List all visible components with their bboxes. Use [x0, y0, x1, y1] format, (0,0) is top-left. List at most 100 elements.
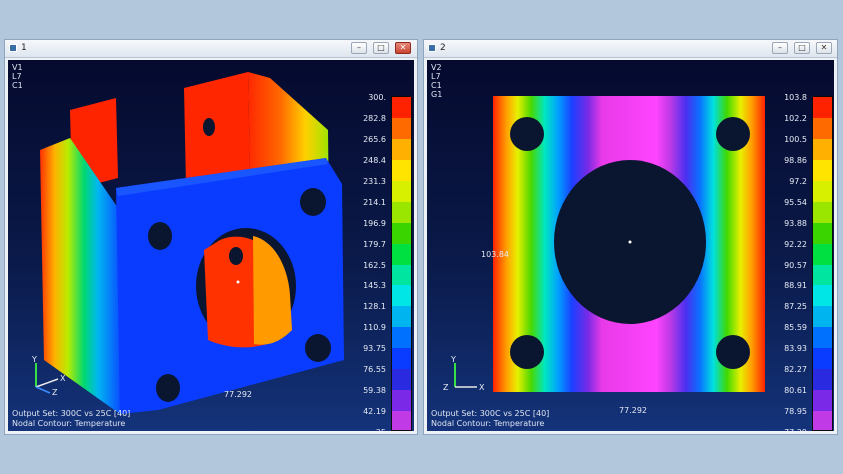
close-icon[interactable]: ✕: [395, 42, 411, 54]
scale-label: 93.88: [784, 218, 807, 228]
viewport-window-2[interactable]: 2 – □ ✕ V2 L7 C1 G1 Y X Z 103.84 77.292 …: [423, 39, 838, 435]
scale-label: 102.2: [784, 113, 807, 123]
window-icon: [9, 44, 17, 52]
minimize-icon[interactable]: –: [772, 42, 788, 54]
scale-label: 42.19: [363, 407, 386, 417]
axis-label-y: Y: [450, 355, 456, 364]
scale-band: [813, 327, 832, 349]
scale-label: 248.4: [363, 155, 386, 165]
view-info-line: L7: [431, 72, 441, 81]
scale-band: [813, 411, 832, 430]
scale-band: [392, 117, 411, 139]
scale-band: [392, 327, 411, 349]
scale-label: 145.3: [363, 281, 386, 291]
probe-value: 77.292: [619, 406, 647, 415]
scale-label: 25: [376, 428, 386, 431]
scale-label: 179.7: [363, 239, 386, 249]
scale-band: [392, 243, 411, 265]
color-scale-bar-2: [812, 96, 833, 431]
viewport-window-1[interactable]: 1 – □ ✕ V1 L7 C1 Y X Z 77.292 300. 282.8…: [4, 39, 418, 435]
scale-label: 90.57: [784, 260, 807, 270]
scale-label: 128.1: [363, 302, 386, 312]
scale-label: 82.27: [784, 365, 807, 375]
window-title-2: 2: [440, 43, 446, 53]
scale-label: 77.29: [784, 428, 807, 431]
scale-band: [813, 243, 832, 265]
scale-band: [813, 180, 832, 202]
probe-value: 77.292: [224, 390, 252, 399]
axis-triad-icon: Y X Z: [31, 355, 66, 395]
scale-band: [392, 285, 411, 307]
scale-band: [813, 222, 832, 244]
output-footer-1: Output Set: 300C vs 25C [40] Nodal Conto…: [12, 409, 130, 429]
contour-type-label: Nodal Contour: Temperature: [12, 419, 126, 428]
view-info-2: V2 L7 C1 G1: [431, 63, 442, 99]
scale-band: [392, 138, 411, 160]
scale-band: [392, 159, 411, 181]
scale-label: 162.5: [363, 260, 386, 270]
scale-label: 76.55: [363, 365, 386, 375]
output-footer-2: Output Set: 300C vs 25C [40] Nodal Conto…: [431, 409, 549, 429]
axis-triad-icon: Y X Z: [443, 355, 485, 392]
scale-label: 85.59: [784, 323, 807, 333]
titlebar-1[interactable]: 1 – □ ✕: [5, 40, 417, 58]
scale-label: 196.9: [363, 218, 386, 228]
scale-label: 93.75: [363, 344, 386, 354]
output-set-label: Output Set: 300C vs 25C [40]: [12, 409, 131, 418]
view-info-line: G1: [431, 90, 443, 99]
scale-band: [392, 97, 411, 118]
scale-label: 103.8: [784, 93, 807, 102]
view-info-line: C1: [431, 81, 442, 90]
scale-band: [813, 285, 832, 307]
graphics-viewport-1[interactable]: V1 L7 C1 Y X Z 77.292 300. 282.8 265.6 248.…: [8, 60, 414, 431]
color-scale-bar-1: [391, 96, 412, 431]
scale-label: 231.3: [363, 176, 386, 186]
view-info-line: C1: [12, 81, 23, 90]
scale-band: [392, 222, 411, 244]
view-info-line: L7: [12, 72, 22, 81]
scale-label: 88.91: [784, 281, 807, 291]
scale-band: [813, 306, 832, 328]
scale-label: 87.25: [784, 302, 807, 312]
probe-value-left: 103.84: [481, 250, 509, 259]
scale-band: [392, 264, 411, 286]
output-set-label: Output Set: 300C vs 25C [40]: [431, 409, 550, 418]
axis-label-x: X: [479, 383, 485, 392]
scale-label: 78.95: [784, 407, 807, 417]
window-title-1: 1: [21, 43, 27, 53]
bracket-model-3d: [40, 72, 344, 414]
scale-label: 83.93: [784, 344, 807, 354]
scale-label: 98.86: [784, 155, 807, 165]
close-icon[interactable]: ✕: [816, 42, 832, 54]
graphics-viewport-2[interactable]: V2 L7 C1 G1 Y X Z 103.84 77.292 103.8 102…: [427, 60, 834, 431]
scale-band: [392, 201, 411, 223]
scale-band: [813, 348, 832, 370]
scale-band: [392, 411, 411, 430]
scale-band: [392, 348, 411, 370]
scale-label: 265.6: [363, 134, 386, 144]
window-icon: [428, 44, 436, 52]
scale-band: [813, 159, 832, 181]
maximize-icon[interactable]: □: [373, 42, 389, 54]
scale-label: 97.2: [789, 176, 807, 186]
axis-label-x: X: [60, 374, 66, 383]
scale-band: [392, 306, 411, 328]
maximize-icon[interactable]: □: [794, 42, 810, 54]
scale-band: [813, 201, 832, 223]
axis-label-z: Z: [52, 388, 58, 395]
titlebar-2[interactable]: 2 – □ ✕: [424, 40, 837, 58]
scale-label: 214.1: [363, 197, 386, 207]
scale-band: [392, 369, 411, 391]
plate-model-2d: [493, 96, 765, 392]
contour-type-label: Nodal Contour: Temperature: [431, 419, 545, 428]
scale-band: [813, 264, 832, 286]
scale-band: [813, 97, 832, 118]
view-info-line: V2: [431, 63, 442, 72]
scale-band: [392, 390, 411, 412]
minimize-icon[interactable]: –: [351, 42, 367, 54]
axis-label-y: Y: [31, 355, 37, 364]
axis-label-z: Z: [443, 383, 449, 392]
scale-label: 110.9: [363, 323, 386, 333]
scale-band: [392, 180, 411, 202]
scale-band: [813, 138, 832, 160]
